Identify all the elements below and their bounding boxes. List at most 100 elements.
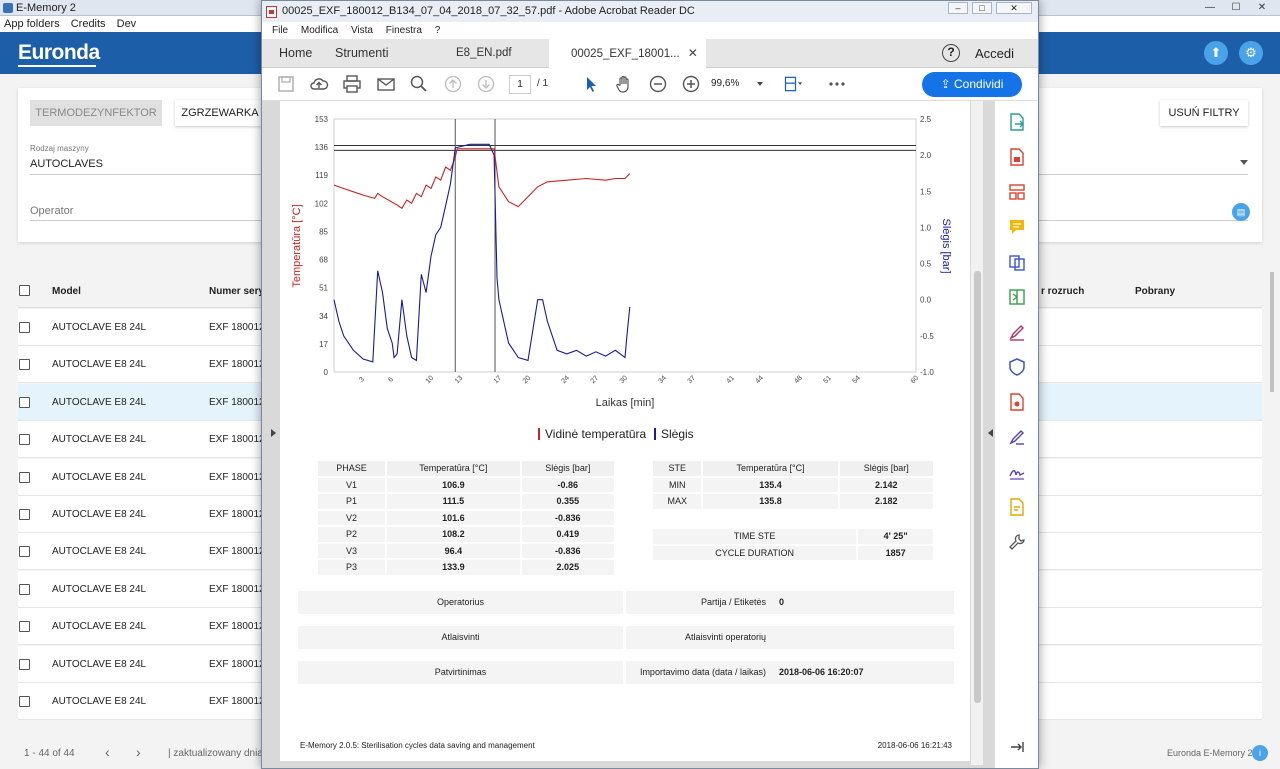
info-icon[interactable]: i [1252,745,1268,761]
close-icon[interactable]: ✕ [1250,1,1274,14]
tab-home[interactable]: Home [279,39,312,68]
print-icon[interactable] [342,74,362,94]
select-all-checkbox[interactable] [19,285,30,296]
fill-sign-icon[interactable] [1008,323,1026,341]
collapse-right-icon[interactable] [988,429,993,437]
pdf-file-icon [266,6,277,18]
row-checkbox[interactable] [19,471,30,483]
minimize-icon[interactable]: – [948,2,968,14]
export-pdf-icon[interactable] [1008,113,1026,131]
row-checkbox[interactable] [19,509,30,520]
phase_table-row: P1 111.5 0.355 [318,494,614,509]
row-checkbox[interactable] [19,658,30,670]
minimize-icon[interactable]: — [1198,1,1222,14]
row-checkbox[interactable] [19,322,30,333]
hand-tool-icon[interactable] [614,74,634,94]
sign-in-button[interactable]: Accedi [975,39,1014,68]
zoom-out-icon[interactable] [648,74,668,94]
upload-icon[interactable]: ⬆ [1204,41,1228,65]
col-start[interactable]: r rozruch [1041,286,1084,297]
more-icon[interactable] [827,74,847,94]
menu-finestra[interactable]: Finestra [386,25,422,36]
filter-chip-zgrzewarka[interactable]: ZGRZEWARKA [175,100,265,126]
menu-vista[interactable]: Vista [351,25,373,36]
row-checkbox[interactable] [19,621,30,633]
cloud-upload-icon[interactable] [309,74,329,94]
organize-pages-icon[interactable] [1008,183,1026,201]
maximize-icon[interactable]: □ [972,2,992,14]
document-viewport[interactable]: 0 17 34 51 68 85 102 119 136 153 -1.0 -0.5 0.0 0.5 1.0… [262,101,994,768]
page-down-icon[interactable] [476,74,496,94]
page-number-input[interactable]: 1 [509,75,531,94]
col-serial[interactable]: Numer seryj [209,286,267,297]
zoom-select[interactable]: 99,6% [711,78,739,89]
menu-modifica[interactable]: Modifica [301,25,338,36]
tab-current-doc[interactable]: 00025_EXF_18001... ✕ [549,39,706,68]
combine-files-icon[interactable] [1008,253,1026,271]
signature-icon[interactable] [1008,463,1026,481]
col-downloaded[interactable]: Pobrany [1135,286,1175,297]
tab-tools[interactable]: Strumenti [335,39,389,68]
machine-type-select[interactable]: AUTOCLAVES [30,158,103,170]
next-page-icon[interactable]: › [136,744,141,760]
filter-chip-termodezynfektor[interactable]: TERMODEZYNFEKTOR [30,100,162,126]
clear-filters-button[interactable]: USUŃ FILTRY [1160,100,1248,126]
tools-wrench-icon[interactable] [1008,533,1026,551]
create-pdf-icon[interactable] [1008,148,1026,166]
compress-icon[interactable] [1008,288,1026,306]
row-checkbox[interactable] [19,583,30,595]
row-checkbox[interactable] [19,396,30,408]
bg-scrollbar[interactable] [1270,272,1274,392]
operator-input[interactable]: Operator [30,205,73,217]
y-tick-label: 153 [315,115,329,124]
menu-credits[interactable]: Credits [71,18,106,30]
maximize-icon[interactable]: ☐ [1224,1,1248,14]
help-icon[interactable]: ? [942,44,960,62]
acrobat-titlebar: 00025_EXF_180012_B134_07_04_2018_07_32_5… [262,1,1038,22]
y2-tick-label: 2.0 [920,151,932,160]
share-button[interactable]: ⇪ Condividi [922,72,1022,97]
send-review-icon[interactable] [1008,498,1026,516]
chevron-down-icon[interactable] [757,82,763,86]
collapse-left-icon[interactable] [271,429,276,437]
protect-icon[interactable] [1008,358,1026,376]
edit-pen-icon[interactable] [1008,428,1026,446]
prev-page-icon[interactable]: ‹ [105,744,110,760]
time_table-row: TIME STE 4' 25" [653,529,933,544]
legend-pressure-swatch [654,428,656,440]
phase_table-cell: 133.9 [387,560,520,575]
document-scrollbar[interactable] [971,101,983,765]
chevron-down-icon[interactable] [1240,160,1248,165]
search-icon[interactable] [409,74,429,94]
x-tick-label: 27 [590,375,601,386]
comment-icon[interactable] [1008,218,1026,236]
release-operator-label: Atlaisvinti operatorių [684,632,766,642]
menu-file[interactable]: File [272,25,288,36]
save-icon[interactable] [276,74,296,94]
zoom-in-icon[interactable] [681,74,701,94]
tab-e8-en[interactable]: E8_EN.pdf [456,39,512,68]
col-model[interactable]: Model [52,286,81,297]
row-checkbox[interactable] [19,359,30,371]
collapse-panel-icon[interactable] [1008,738,1026,756]
page-up-icon[interactable] [443,74,463,94]
menu-help[interactable]: ? [435,25,441,36]
tools-panel [994,101,1038,768]
menu-dev[interactable]: Dev [117,18,137,30]
row-checkbox[interactable] [19,546,30,558]
select-cursor-icon[interactable] [581,74,601,94]
scrollbar-thumb[interactable] [974,271,981,703]
calendar-icon[interactable]: ▤ [1232,203,1250,221]
close-tab-icon[interactable]: ✕ [688,46,698,60]
close-icon[interactable]: ✕ [996,2,1032,14]
menu-app-folders[interactable]: App folders [4,18,60,30]
phase-table: PHASE Temperatūra [°C] Slėgis [bar] V1 106.9… [316,459,616,577]
row-checkbox[interactable] [19,434,30,446]
phase_table-row: V2 101.6 -0.836 [318,510,614,525]
mail-icon[interactable] [376,74,396,94]
gear-icon[interactable]: ⚙ [1239,41,1263,65]
row-checkbox[interactable] [19,696,30,707]
page-fit-icon[interactable] [783,74,803,94]
pdf-standards-icon[interactable] [1008,393,1026,411]
phase_table-cell: 0.419 [521,527,614,542]
